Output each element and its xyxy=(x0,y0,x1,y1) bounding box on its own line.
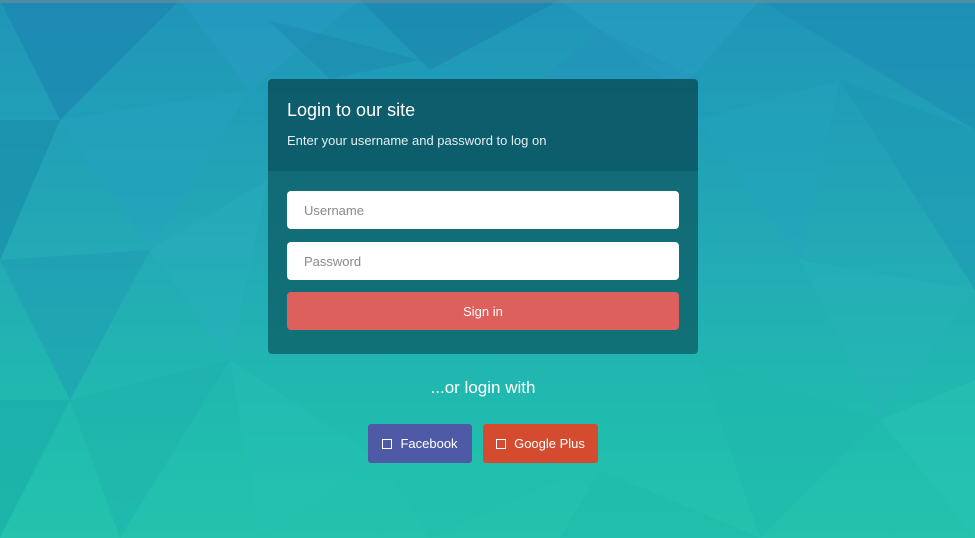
facebook-login-button[interactable]: Facebook xyxy=(368,424,472,463)
sign-in-button[interactable]: Sign in xyxy=(287,292,679,330)
facebook-button-label: Facebook xyxy=(400,436,458,451)
or-login-with-label: ...or login with xyxy=(430,378,536,397)
login-form-panel: Login to our site Enter your username an… xyxy=(268,79,698,354)
window-top-edge xyxy=(0,0,975,3)
square-icon xyxy=(496,438,507,449)
login-title: Login to our site xyxy=(287,100,416,120)
login-form-header: Login to our site Enter your username an… xyxy=(268,79,698,171)
password-input[interactable] xyxy=(287,242,679,280)
login-page: Login to our site Enter your username an… xyxy=(0,0,975,538)
login-subtitle: Enter your username and password to log … xyxy=(287,133,547,148)
google-plus-login-button[interactable]: Google Plus xyxy=(483,424,598,463)
google-plus-button-label: Google Plus xyxy=(514,436,585,451)
username-input[interactable] xyxy=(287,191,679,229)
square-icon xyxy=(382,438,393,449)
